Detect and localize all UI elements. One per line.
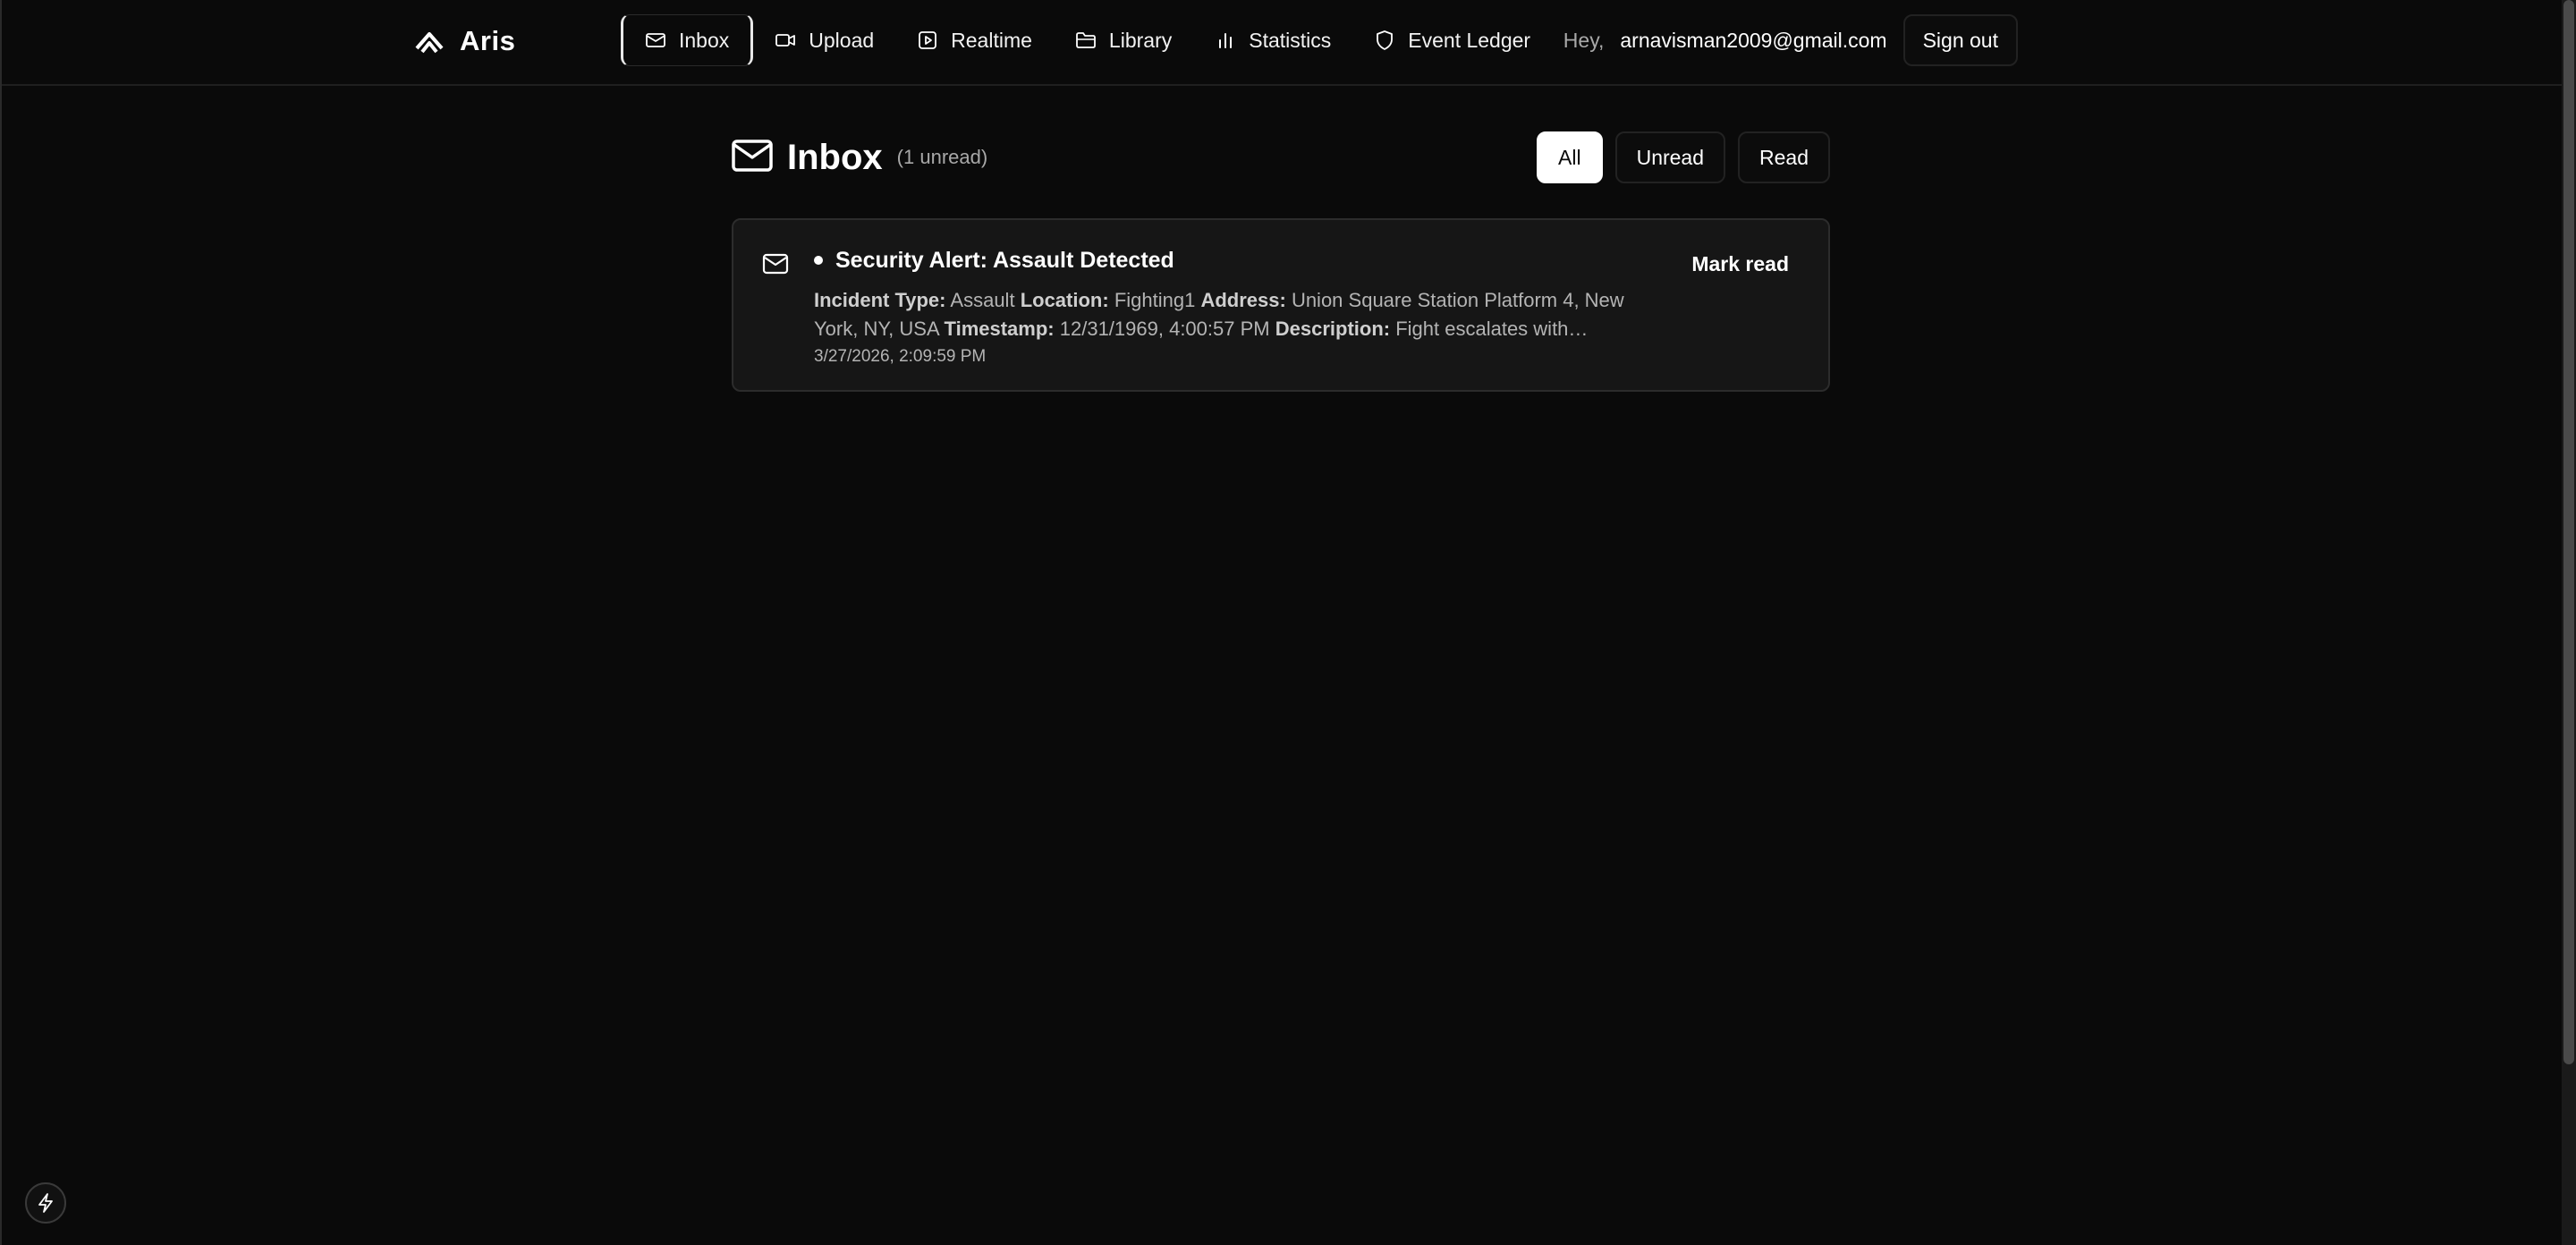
nav-label: Event Ledger [1408,28,1531,52]
nav-label: Realtime [951,28,1032,52]
user-email: arnavisman2009@gmail.com [1620,28,1887,52]
scrollbar[interactable] [2562,0,2576,1245]
page-title: Inbox [787,137,883,177]
sign-out-button[interactable]: Sign out [1902,14,2018,66]
dev-tools-button[interactable] [25,1182,66,1224]
field-label: Description: [1275,318,1391,340]
nav-item-statistics[interactable]: Statistics [1193,14,1352,66]
filter-read-button[interactable]: Read [1738,131,1830,183]
main-nav: Inbox Upload Realtime Library Statistics… [621,14,1552,66]
location: Fighting1 [1114,289,1196,311]
message-body: Security Alert: Assault Detected Inciden… [814,245,1708,367]
bar-chart-icon [1219,33,1233,48]
mail-icon [732,138,773,178]
shield-icon [1377,30,1394,50]
folder-icon [1076,32,1096,48]
message-card[interactable]: Security Alert: Assault Detected Inciden… [732,218,1830,392]
message-title-row: Security Alert: Assault Detected [814,245,1708,275]
aris-logo-icon [411,23,447,59]
incident-timestamp: 12/31/1969, 4:00:57 PM [1059,318,1270,340]
nav-item-upload[interactable]: Upload [753,14,895,66]
inbox-header: Inbox (1 unread) All Unread Read [732,131,1830,184]
mark-read-button[interactable]: Mark read [1691,252,1789,276]
incident-type: Assault [950,289,1015,311]
nav-label: Inbox [679,28,730,52]
nav-label: Statistics [1249,28,1332,52]
nav-item-event-ledger[interactable]: Event Ledger [1352,14,1552,66]
mail-icon [762,252,789,280]
lightning-icon [38,1193,53,1213]
field-label: Location: [1020,289,1109,311]
inbox-main: Inbox (1 unread) All Unread Read Securit… [732,131,1830,392]
field-label: Address: [1200,289,1286,311]
nav-item-inbox[interactable]: Inbox [621,14,754,66]
filter-group: All Unread Read [1537,131,1830,183]
nav-label: Library [1108,28,1173,52]
description: Fight escalates with… [1395,318,1589,340]
nav-item-library[interactable]: Library [1054,14,1193,66]
title-group: Inbox (1 unread) [732,138,987,178]
received-time: 3/27/2026, 2:09:59 PM [814,347,987,366]
scrollbar-thumb[interactable] [2563,0,2574,1064]
message-title: Security Alert: Assault Detected [835,247,1174,273]
field-label: Timestamp: [944,318,1055,340]
filter-all-button[interactable]: All [1537,131,1603,183]
app-frame: Aris Inbox Upload Realtime Library Stati… [0,0,2576,1245]
nav-label: Upload [809,28,875,52]
video-icon [775,34,796,47]
greeting-text: Hey, [1563,28,1605,52]
top-navigation-bar: Aris Inbox Upload Realtime Library Stati… [2,0,2563,86]
brand[interactable]: Aris [411,21,515,61]
unread-count: (1 unread) [896,146,988,168]
message-preview: Incident Type: Assault Location: Fightin… [814,286,1673,343]
user-area: Hey, arnavisman2009@gmail.com Sign out [1563,14,2018,66]
nav-item-realtime[interactable]: Realtime [895,14,1054,66]
mail-icon [646,33,665,47]
brand-name: Aris [460,25,516,56]
play-square-icon [919,31,937,49]
field-label: Incident Type: [814,289,946,311]
filter-unread-button[interactable]: Unread [1614,131,1726,183]
unread-dot-icon [814,256,823,265]
